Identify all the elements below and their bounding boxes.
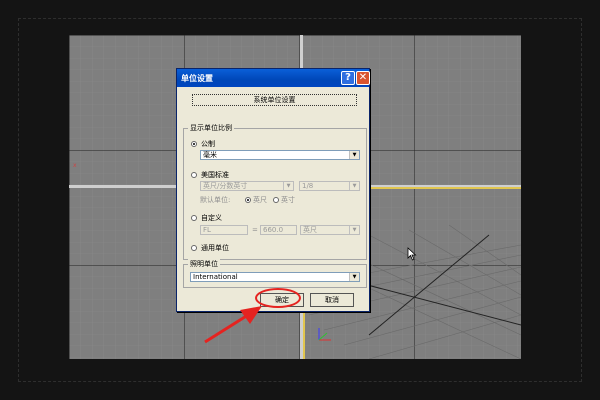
custom-equals: = (252, 226, 258, 234)
display-unit-scale-label: 显示单位比例 (188, 123, 234, 133)
us-standard-select[interactable]: 英尺/分数英寸 ▼ (200, 181, 294, 191)
dialog-titlebar[interactable]: 单位设置 ? ✕ (177, 69, 370, 87)
generic-units-radio[interactable] (191, 245, 197, 251)
default-unit-label: 默认单位: (200, 196, 231, 204)
generic-units-label: 通用单位 (201, 244, 229, 252)
close-button[interactable]: ✕ (356, 71, 370, 85)
cancel-button[interactable]: 取消 (310, 293, 354, 307)
feet-label: 英尺 (253, 196, 267, 204)
us-standard-value: 英尺/分数英寸 (203, 182, 248, 190)
custom-unit-select[interactable]: 英尺 ▼ (300, 225, 360, 235)
help-button[interactable]: ? (341, 71, 355, 85)
chevron-down-icon: ▼ (349, 273, 359, 281)
us-fraction-value: 1/8 (302, 182, 314, 190)
custom-label: 自定义 (201, 214, 222, 222)
custom-radio[interactable] (191, 215, 197, 221)
dialog-title: 单位设置 (181, 74, 213, 83)
chevron-down-icon: ▼ (349, 151, 359, 159)
metric-unit-value: 毫米 (203, 151, 217, 159)
us-fraction-select[interactable]: 1/8 ▼ (299, 181, 360, 191)
metric-label: 公制 (201, 140, 215, 148)
lighting-units-select[interactable]: International ▼ (190, 272, 360, 282)
inch-radio[interactable] (273, 197, 279, 203)
us-standard-label: 美国标准 (201, 171, 229, 179)
inch-label: 英寸 (281, 196, 295, 204)
chevron-down-icon: ▼ (283, 182, 293, 190)
custom-name-field[interactable]: FL (200, 225, 248, 235)
chevron-down-icon: ▼ (349, 182, 359, 190)
lighting-units-label: 照明单位 (188, 259, 220, 269)
svg-text:x: x (73, 162, 77, 169)
custom-unit-value: 英尺 (303, 226, 317, 234)
metric-radio[interactable] (191, 141, 197, 147)
lighting-units-value: International (193, 273, 238, 281)
feet-radio[interactable] (245, 197, 251, 203)
red-arrow-icon (204, 306, 262, 344)
custom-value-field[interactable]: 660.0 (260, 225, 297, 235)
chevron-down-icon: ▼ (349, 226, 359, 234)
units-setup-dialog: 单位设置 ? ✕ 系统单位设置 显示单位比例 公制 毫米 ▼ 美国标准 英尺/分… (176, 68, 370, 312)
system-unit-setup-button[interactable]: 系统单位设置 (192, 94, 357, 106)
mouse-cursor-icon (407, 247, 417, 261)
us-standard-radio[interactable] (191, 172, 197, 178)
metric-unit-select[interactable]: 毫米 ▼ (200, 150, 360, 160)
axis-tripod-icon (318, 328, 331, 341)
